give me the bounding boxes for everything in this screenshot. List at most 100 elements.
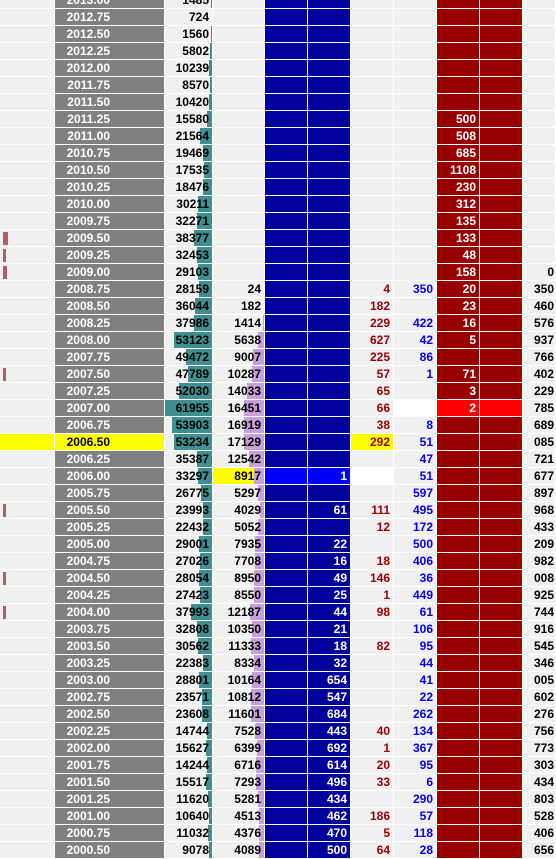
bid-queue-cell[interactable]: 684 [308, 706, 351, 723]
price-cell[interactable]: 2007.75 [55, 349, 165, 366]
bid-queue-cell[interactable] [308, 196, 351, 213]
ask-cell[interactable] [437, 43, 480, 60]
ladder-row[interactable]: 2010.00 30211 312 [0, 196, 556, 213]
bid-cell[interactable] [265, 825, 308, 842]
bid-cell[interactable] [265, 468, 308, 485]
ask-cell[interactable]: 312 [437, 196, 480, 213]
ask-queue-cell[interactable] [480, 587, 523, 604]
price-cell[interactable]: 2008.75 [55, 281, 165, 298]
ask-cell[interactable]: 685 [437, 145, 480, 162]
ask-queue-cell[interactable] [480, 281, 523, 298]
ask-cell[interactable] [437, 638, 480, 655]
ask-queue-cell[interactable] [480, 604, 523, 621]
price-cell[interactable]: 2008.00 [55, 332, 165, 349]
ask-cell[interactable] [437, 842, 480, 859]
bid-cell[interactable] [265, 757, 308, 774]
bid-queue-cell[interactable]: 462 [308, 808, 351, 825]
price-cell[interactable]: 2007.25 [55, 383, 165, 400]
ladder-row[interactable]: 2012.00 10239 [0, 60, 556, 77]
ask-queue-cell[interactable] [480, 400, 523, 417]
bid-queue-cell[interactable] [308, 298, 351, 315]
bid-queue-cell[interactable] [308, 43, 351, 60]
ask-cell[interactable]: 500 [437, 111, 480, 128]
ask-queue-cell[interactable] [480, 757, 523, 774]
ladder-row[interactable]: 2001.00 10640 4513 462 186 57 528 [0, 808, 556, 825]
ladder-row[interactable]: 2004.50 28054 8950 49 146 36 008 [0, 570, 556, 587]
bid-queue-cell[interactable] [308, 94, 351, 111]
ladder-row[interactable]: 2007.50 47789 10287 57 1 71 402 [0, 366, 556, 383]
price-cell[interactable]: 2005.25 [55, 519, 165, 536]
bid-cell[interactable] [265, 128, 308, 145]
ask-queue-cell[interactable] [480, 774, 523, 791]
ladder-row[interactable]: 2006.50 53234 17129 292 51 085 [0, 434, 556, 451]
ask-queue-cell[interactable] [480, 196, 523, 213]
ask-cell[interactable]: 16 [437, 315, 480, 332]
ask-cell[interactable]: 2 [437, 400, 480, 417]
price-cell[interactable]: 2008.50 [55, 298, 165, 315]
ladder-row[interactable]: 2008.75 28159 24 4 350 20 350 [0, 281, 556, 298]
price-cell[interactable]: 2011.00 [55, 128, 165, 145]
price-cell[interactable]: 2004.50 [55, 570, 165, 587]
ask-queue-cell[interactable] [480, 43, 523, 60]
ladder-row[interactable]: 2011.50 10420 [0, 94, 556, 111]
bid-cell[interactable] [265, 570, 308, 587]
bid-queue-cell[interactable] [308, 383, 351, 400]
ladder-row[interactable]: 2001.50 15517 7293 496 33 6 434 [0, 774, 556, 791]
ask-cell[interactable] [437, 451, 480, 468]
price-cell[interactable]: 2003.25 [55, 655, 165, 672]
bid-cell[interactable] [265, 706, 308, 723]
ask-queue-cell[interactable] [480, 111, 523, 128]
bid-queue-cell[interactable]: 1 [308, 468, 351, 485]
bid-cell[interactable] [265, 9, 308, 26]
price-cell[interactable]: 2003.50 [55, 638, 165, 655]
bid-cell[interactable] [265, 842, 308, 859]
ladder-row[interactable]: 2009.25 32453 48 [0, 247, 556, 264]
ask-queue-cell[interactable] [480, 315, 523, 332]
price-cell[interactable]: 2009.25 [55, 247, 165, 264]
price-cell[interactable]: 2007.50 [55, 366, 165, 383]
ladder-row[interactable]: 2008.25 37986 1414 229 422 16 576 [0, 315, 556, 332]
bid-queue-cell[interactable] [308, 264, 351, 281]
price-cell[interactable]: 2001.75 [55, 757, 165, 774]
bid-cell[interactable] [265, 162, 308, 179]
ask-queue-cell[interactable] [480, 740, 523, 757]
ladder-row[interactable]: 2009.75 32271 135 [0, 213, 556, 230]
bid-queue-cell[interactable]: 434 [308, 791, 351, 808]
ask-queue-cell[interactable] [480, 808, 523, 825]
ask-cell[interactable] [437, 723, 480, 740]
ladder-row[interactable]: 2003.75 32808 10350 21 106 916 [0, 621, 556, 638]
price-cell[interactable]: 2000.50 [55, 842, 165, 859]
ladder-row[interactable]: 2012.50 1560 [0, 26, 556, 43]
bid-cell[interactable] [265, 332, 308, 349]
ask-queue-cell[interactable] [480, 383, 523, 400]
ask-queue-cell[interactable] [480, 0, 523, 9]
bid-cell[interactable] [265, 213, 308, 230]
ask-cell[interactable] [437, 434, 480, 451]
ladder-row[interactable]: 2010.50 17535 1108 [0, 162, 556, 179]
bid-cell[interactable] [265, 349, 308, 366]
price-cell[interactable]: 2013.00 [55, 0, 165, 9]
bid-queue-cell[interactable] [308, 213, 351, 230]
price-cell[interactable]: 2006.50 [55, 434, 165, 451]
ask-cell[interactable] [437, 774, 480, 791]
ask-queue-cell[interactable] [480, 536, 523, 553]
ladder-row[interactable]: 2000.50 9078 4089 500 64 28 656 [0, 842, 556, 859]
ask-queue-cell[interactable] [480, 638, 523, 655]
ladder-row[interactable]: 2004.25 27423 8550 25 1 449 925 [0, 587, 556, 604]
bid-queue-cell[interactable]: 547 [308, 689, 351, 706]
ask-cell[interactable] [437, 553, 480, 570]
ask-cell[interactable] [437, 468, 480, 485]
bid-queue-cell[interactable] [308, 60, 351, 77]
bid-cell[interactable] [265, 417, 308, 434]
ask-queue-cell[interactable] [480, 519, 523, 536]
ask-cell[interactable] [437, 519, 480, 536]
bid-cell[interactable] [265, 536, 308, 553]
bid-queue-cell[interactable]: 470 [308, 825, 351, 842]
ladder-row[interactable]: 2003.50 30562 11333 18 82 95 545 [0, 638, 556, 655]
bid-cell[interactable] [265, 383, 308, 400]
bid-queue-cell[interactable]: 443 [308, 723, 351, 740]
bid-cell[interactable] [265, 723, 308, 740]
bid-cell[interactable] [265, 400, 308, 417]
ask-queue-cell[interactable] [480, 145, 523, 162]
bid-queue-cell[interactable] [308, 9, 351, 26]
